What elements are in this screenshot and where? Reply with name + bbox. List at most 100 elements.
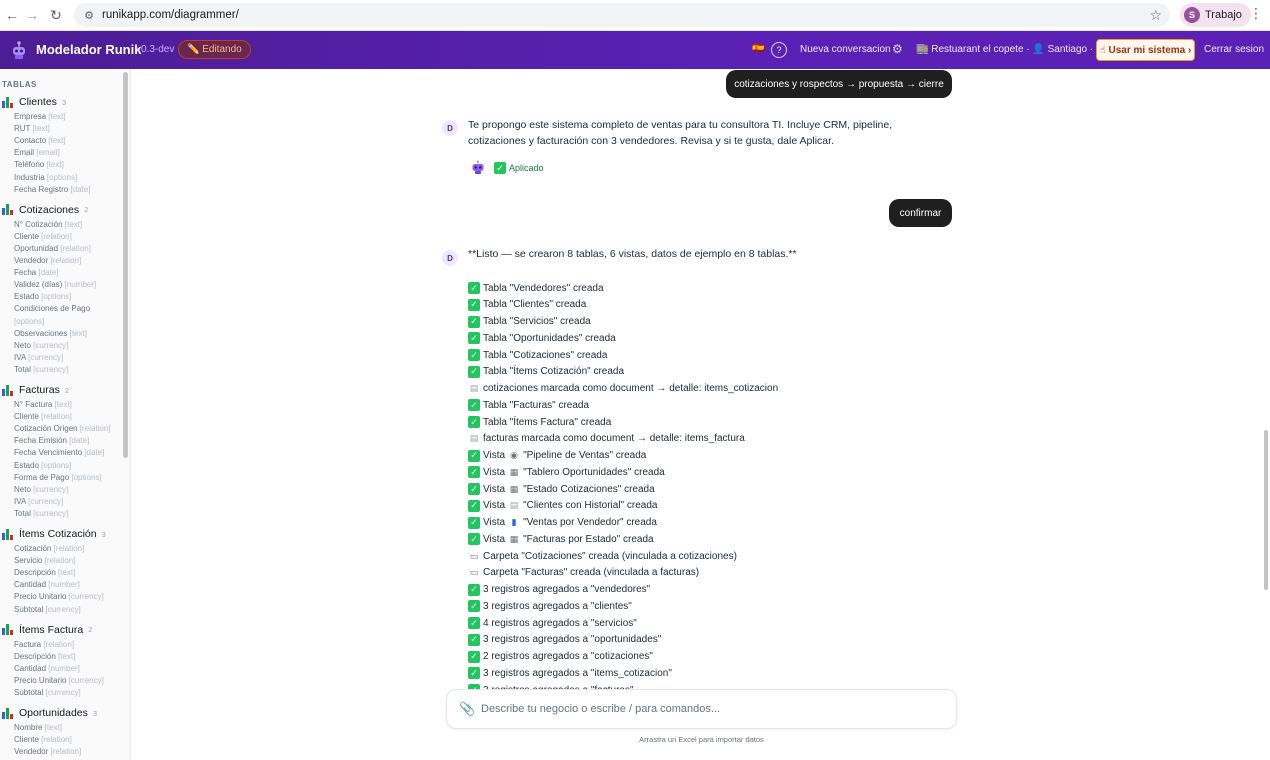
address-bar[interactable]: ⚙ runikapp.com/diagrammer/ ☆ xyxy=(74,3,1170,27)
paperclip-icon[interactable]: 📎 xyxy=(459,701,475,717)
table-field[interactable]: Estado [options] xyxy=(14,292,71,301)
table-field[interactable]: Cantidad [number] xyxy=(14,580,80,589)
bookmark-star-icon[interactable]: ☆ xyxy=(1149,7,1162,24)
table-field[interactable]: Factura [relation] xyxy=(14,640,74,649)
table-field[interactable]: Servicio [relation] xyxy=(14,556,75,565)
table-name: Cotizaciones xyxy=(19,203,80,216)
table-field[interactable]: Empresa [text] xyxy=(14,112,66,121)
sidebar-table-item[interactable]: Oportunidades 3 xyxy=(2,707,97,719)
field-name: Forma de Pago xyxy=(14,472,70,482)
sidebar-table-item[interactable]: Clientes 3 xyxy=(2,96,66,108)
table-field[interactable]: Total [currency] xyxy=(14,509,68,518)
table-field[interactable]: Total [currency] xyxy=(14,365,68,374)
table-field[interactable]: Oportunidad [relation] xyxy=(14,244,91,253)
table-field[interactable]: [options] xyxy=(14,317,44,326)
table-field[interactable]: Industria [options] xyxy=(14,173,77,182)
table-field[interactable]: RUT [text] xyxy=(14,124,50,133)
table-field[interactable]: Nombre [text] xyxy=(14,723,62,732)
assistant-summary-text: **Listo — se crearon 8 tablas, 6 vistas,… xyxy=(468,248,797,260)
url-text: runikapp.com/diagrammer/ xyxy=(102,9,239,21)
table-field[interactable]: Contacto [text] xyxy=(14,136,66,145)
reload-icon[interactable]: ↻ xyxy=(44,3,68,27)
table-field[interactable]: Cliente [relation] xyxy=(14,735,72,744)
table-field[interactable]: Forma de Pago [options] xyxy=(14,473,102,482)
settings-gear-icon[interactable]: ⚙ xyxy=(892,42,903,56)
checkmark-icon: ✓ xyxy=(468,298,480,311)
table-field[interactable]: Observaciones [text] xyxy=(14,329,87,338)
table-field[interactable]: IVA [currency] xyxy=(14,353,63,362)
view-prefix: Vista xyxy=(483,517,506,528)
table-field[interactable]: Cliente [relation] xyxy=(14,412,72,421)
field-name: Precio Unitario xyxy=(14,592,67,602)
field-type: [date] xyxy=(70,184,91,194)
table-field[interactable]: Fecha Vencimiento [date] xyxy=(14,448,104,457)
table-field[interactable]: Fecha Emisión [date] xyxy=(14,436,89,445)
field-name: Factura xyxy=(14,639,42,649)
table-field[interactable]: N° Factura [text] xyxy=(14,400,72,409)
table-field[interactable]: N° Cotización [text] xyxy=(14,220,82,229)
use-my-system-button[interactable]: ☝ Usar mi sistema › xyxy=(1096,39,1195,61)
table-field[interactable]: Estado [options] xyxy=(14,461,71,470)
sidebar-table-item[interactable]: Facturas 2 xyxy=(2,384,69,396)
help-icon[interactable]: ? xyxy=(771,42,787,58)
table-field[interactable]: Fecha Registro [date] xyxy=(14,185,91,194)
table-field[interactable]: Teléfono [text] xyxy=(14,160,64,169)
profile-avatar: S xyxy=(1184,7,1200,23)
table-field[interactable]: Precio Unitario [currency] xyxy=(14,592,104,601)
view-prefix: Vista xyxy=(483,450,506,461)
table-field[interactable]: Cliente [relation] xyxy=(14,232,72,241)
table-field[interactable]: Subtotal [currency] xyxy=(14,605,81,614)
profile-label: Trabajo xyxy=(1205,9,1242,21)
result-line: ✓ Vista ▦ "Facturas por Estado" creada xyxy=(468,533,654,546)
field-type: [currency] xyxy=(28,496,64,506)
profile-chip[interactable]: S Trabajo xyxy=(1180,3,1251,27)
flag-icon[interactable]: 🇪🇸 xyxy=(752,43,764,54)
document-icon: ▤ xyxy=(509,500,519,511)
table-field[interactable]: Neto [currency] xyxy=(14,485,68,494)
field-type: [relation] xyxy=(50,256,82,265)
browser-menu-icon[interactable]: ⋮ xyxy=(1249,5,1263,22)
sidebar-table-item[interactable]: Ítems Factura 2 xyxy=(2,624,92,636)
workspace-user-info[interactable]: 🏬 Restuarant el copete · 👤 Santiago · ad… xyxy=(916,44,1123,55)
table-field[interactable]: Vendedor [relation] xyxy=(14,256,81,265)
table-field[interactable]: Vendedor [relation] xyxy=(14,747,81,756)
sidebar-table-item[interactable]: Ítems Cotización 3 xyxy=(2,528,106,540)
table-field[interactable]: Descripción [text] xyxy=(14,568,75,577)
sidebar-scrollbar[interactable] xyxy=(123,72,128,458)
field-name: RUT xyxy=(14,124,31,134)
table-name: Ítems Factura xyxy=(19,623,84,636)
app-title: Modelador Runik xyxy=(36,42,142,57)
table-chart-icon xyxy=(2,204,14,216)
chat-scrollbar[interactable] xyxy=(1264,430,1268,590)
editing-badge[interactable]: ✏️ Editando xyxy=(178,40,251,59)
table-field[interactable]: Subtotal [currency] xyxy=(14,688,81,697)
result-line: ✓ Vista ◉ "Pipeline de Ventas" creada xyxy=(468,449,646,462)
chat-input[interactable] xyxy=(481,700,941,718)
sidebar-table-item[interactable]: Cotizaciones 2 xyxy=(2,204,88,216)
logout-button[interactable]: Cerrar sesion xyxy=(1204,44,1264,55)
table-field[interactable]: Validez (días) [number] xyxy=(14,280,96,289)
table-field[interactable]: Fecha [date] xyxy=(14,268,58,277)
field-type: [currency] xyxy=(33,484,69,494)
table-field[interactable]: Condiciones de Pago xyxy=(14,304,90,313)
checkmark-icon: ✓ xyxy=(468,600,480,613)
table-field[interactable]: Descripción [text] xyxy=(14,652,75,661)
new-conversation-button[interactable]: Nueva conversacion xyxy=(800,44,891,55)
field-name: Cotización xyxy=(14,544,52,553)
site-settings-icon[interactable]: ⚙ xyxy=(82,8,96,22)
table-field[interactable]: Neto [currency] xyxy=(14,341,68,350)
result-line: ✓ Vista ▤ "Clientes con Historial" creada xyxy=(468,499,657,512)
table-field[interactable]: Cotización Origen [relation] xyxy=(14,424,111,433)
table-field[interactable]: Precio Unitario [currency] xyxy=(14,676,104,685)
table-field[interactable]: IVA [currency] xyxy=(14,497,63,506)
field-name: Industria xyxy=(14,172,45,182)
table-field[interactable]: Email [email] xyxy=(14,148,60,157)
field-type: [currency] xyxy=(33,364,69,374)
field-type: [currency] xyxy=(68,675,104,685)
checkmark-icon: ✓ xyxy=(468,349,480,361)
table-field[interactable]: Cantidad [number] xyxy=(14,664,80,673)
forward-icon[interactable]: → xyxy=(20,3,44,27)
table-field[interactable]: Cotización [relation] xyxy=(14,544,84,553)
chat-panel xyxy=(132,69,1270,760)
field-name: Email xyxy=(14,148,35,158)
